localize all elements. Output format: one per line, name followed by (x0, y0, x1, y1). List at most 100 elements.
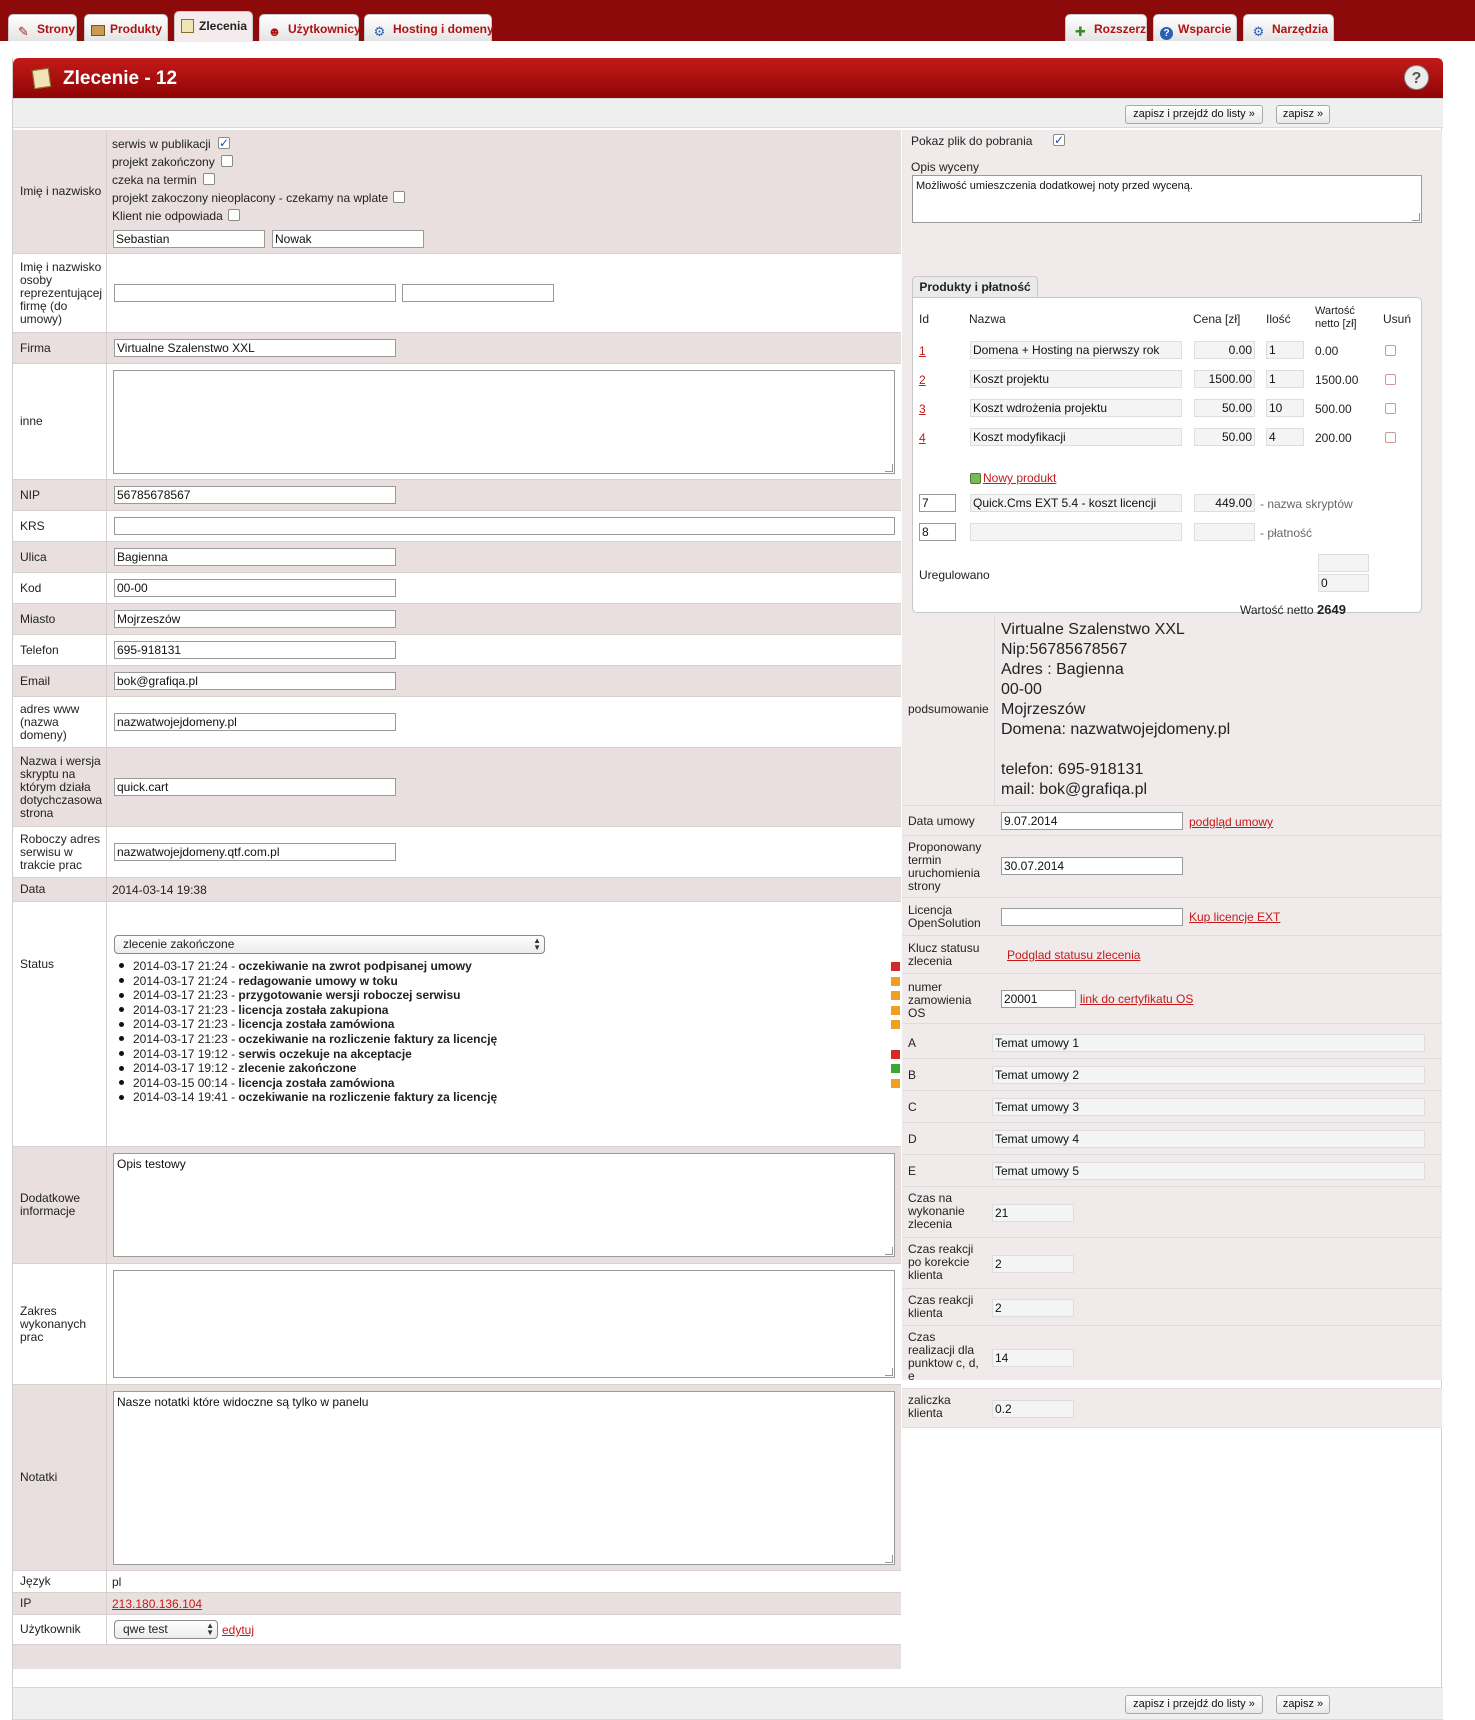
script-price-input[interactable]: 449.00 (1194, 494, 1255, 512)
launch-date-input[interactable]: 30.07.2014 (1001, 857, 1183, 875)
product-price-input[interactable]: 50.00 (1194, 399, 1255, 417)
street-label: Ulica (13, 542, 107, 572)
save-and-list-button[interactable]: zapisz i przejdź do listy » (1125, 105, 1263, 124)
product-id-link[interactable]: 2 (919, 373, 926, 387)
save-button-bottom[interactable]: zapisz » (1276, 1695, 1330, 1714)
tab-hosting-domeny[interactable]: ⚙ Hosting i domeny (364, 14, 494, 41)
representative-first-name-input[interactable] (114, 284, 396, 302)
product-name-input[interactable]: Koszt modyfikacji (970, 428, 1182, 446)
user-select[interactable]: qwe test ▲ ▼ (114, 1620, 218, 1639)
tab-uzytkownicy[interactable]: ☻ Użytkownicy (259, 14, 361, 41)
time-setting-label: Czas realizacji dla punktow c, d, e (908, 1330, 979, 1383)
payment-name-input[interactable] (970, 523, 1182, 541)
script-name-input[interactable]: Quick.Cms EXT 5.4 - koszt licencji (970, 494, 1182, 512)
time-setting-input[interactable]: 2 (992, 1255, 1074, 1273)
city-input[interactable]: Mojrzeszów (114, 610, 396, 628)
published-checkbox[interactable]: ✓ (218, 137, 230, 149)
extra-info-textarea[interactable]: Opis testowy (113, 1153, 895, 1257)
time-setting-input[interactable]: 21 (992, 1204, 1074, 1222)
product-delete-checkbox[interactable] (1385, 374, 1396, 385)
save-and-list-button-bottom[interactable]: zapisz i przejdź do listy » (1125, 1695, 1263, 1714)
product-price-input[interactable]: 50.00 (1194, 428, 1255, 446)
email-input[interactable]: bok@grafiqa.pl (114, 672, 396, 690)
phone-input[interactable]: 695-918131 (114, 641, 396, 659)
company-input[interactable]: Virtualne Szalenstwo XXL (114, 339, 396, 357)
other-textarea[interactable] (113, 370, 895, 474)
finished-checkbox[interactable] (221, 155, 233, 167)
product-price-input[interactable]: 0.00 (1194, 341, 1255, 359)
time-setting-input[interactable]: 2 (992, 1299, 1074, 1317)
first-name-input[interactable]: Sebastian (113, 230, 265, 248)
unpaid-checkbox[interactable] (393, 191, 405, 203)
payment-price-input[interactable] (1194, 523, 1255, 541)
tab-zlecenia[interactable]: Zlecenia (174, 11, 253, 42)
no-response-checkbox[interactable] (228, 209, 240, 221)
script-input[interactable]: quick.cart (114, 778, 396, 796)
tab-wsparcie[interactable]: ? Wsparcie (1153, 14, 1237, 41)
topic-input[interactable]: Temat umowy 2 (992, 1066, 1425, 1084)
status-row: Status zlecenie zakończone ▲ ▼ 2014-03-17 … (13, 902, 901, 1147)
topic-input[interactable]: Temat umowy 3 (992, 1098, 1425, 1116)
www-input[interactable]: nazwatwojejdomeny.pl (114, 713, 396, 731)
products-payment-panel: Id Nazwa Cena [zł] Ilość Wartość netto [… (912, 297, 1422, 617)
contract-date-input[interactable]: 9.07.2014 (1001, 812, 1183, 830)
product-price-input[interactable]: 1500.00 (1194, 370, 1255, 388)
product-qty-input[interactable]: 1 (1266, 341, 1304, 359)
representative-last-name-input[interactable] (402, 284, 554, 302)
product-id-link[interactable]: 1 (919, 344, 926, 358)
settled-extra-input[interactable] (1318, 554, 1369, 572)
status-preview-link[interactable]: Podglad statusu zlecenia (1007, 948, 1140, 962)
summary-label: podsumowanie (908, 702, 989, 716)
tab-narzedzia[interactable]: ⚙ Narzędzia (1243, 14, 1334, 41)
product-id-link[interactable]: 4 (919, 431, 926, 445)
new-product-link[interactable]: Nowy produkt (983, 471, 1056, 485)
status-label: Status (13, 902, 107, 1146)
work-url-input[interactable]: nazwatwojejdomeny.qtf.com.pl (114, 843, 396, 861)
show-file-checkbox[interactable]: ✓ (1053, 134, 1065, 146)
tab-produkty[interactable]: Produkty (84, 14, 168, 41)
valuation-textarea[interactable]: Możliwość umieszczenia dodatkowej noty p… (912, 175, 1422, 223)
street-input[interactable]: Bagienna (114, 548, 396, 566)
edit-user-link[interactable]: edytuj (222, 1623, 254, 1637)
save-button[interactable]: zapisz » (1276, 105, 1330, 124)
settled-input[interactable]: 0 (1318, 574, 1369, 592)
nip-input[interactable]: 56785678567 (114, 486, 396, 504)
product-qty-input[interactable]: 4 (1266, 428, 1304, 446)
topic-input[interactable]: Temat umowy 1 (992, 1034, 1425, 1052)
date-value: 2014-03-14 19:38 (112, 883, 207, 897)
status-select[interactable]: zlecenie zakończone ▲ ▼ (114, 935, 545, 954)
product-qty-input[interactable]: 10 (1266, 399, 1304, 417)
product-delete-checkbox[interactable] (1385, 345, 1396, 356)
script-id-input[interactable]: 7 (919, 494, 956, 512)
contract-preview-link[interactable]: podgląd umowy (1189, 815, 1273, 829)
ip-link[interactable]: 213.180.136.104 (112, 1597, 202, 1611)
time-setting-input[interactable]: 14 (992, 1349, 1074, 1367)
buy-license-link[interactable]: Kup licencje EXT (1189, 910, 1280, 924)
help-icon[interactable]: ? (1404, 65, 1429, 90)
postal-code-input[interactable]: 00-00 (114, 579, 396, 597)
product-name-input[interactable]: Koszt projektu (970, 370, 1182, 388)
product-delete-checkbox[interactable] (1385, 403, 1396, 414)
work-scope-textarea[interactable] (113, 1270, 895, 1378)
topic-input[interactable]: Temat umowy 4 (992, 1130, 1425, 1148)
order-number-input[interactable]: 20001 (1001, 990, 1076, 1008)
product-delete-checkbox[interactable] (1385, 432, 1396, 443)
product-name-input[interactable]: Domena + Hosting na pierwszy rok (970, 341, 1182, 359)
product-qty-input[interactable]: 1 (1266, 370, 1304, 388)
last-name-input[interactable]: Nowak (272, 230, 424, 248)
waiting-checkbox[interactable] (203, 173, 215, 185)
time-setting-input[interactable]: 0.2 (992, 1400, 1074, 1418)
tab-rozszerz[interactable]: ✚ Rozszerz (1065, 14, 1147, 41)
product-name-input[interactable]: Koszt wdrożenia projektu (970, 399, 1182, 417)
krs-input[interactable] (114, 517, 895, 535)
topic-row: D Temat umowy 4 (902, 1123, 1442, 1155)
tab-products-payment[interactable]: Produkty i płatność (912, 276, 1038, 298)
topic-input[interactable]: Temat umowy 5 (992, 1162, 1425, 1180)
tab-strony[interactable]: ✎ Strony (8, 14, 77, 41)
license-input[interactable] (1001, 908, 1183, 926)
notes-textarea[interactable]: Nasze notatki które widoczne są tylko w … (113, 1391, 895, 1565)
payment-id-input[interactable]: 8 (919, 523, 956, 541)
product-id-link[interactable]: 3 (919, 402, 926, 416)
certificate-link[interactable]: link do certyfikatu OS (1080, 992, 1193, 1006)
company-row: Firma Virtualne Szalenstwo XXL (13, 333, 901, 364)
